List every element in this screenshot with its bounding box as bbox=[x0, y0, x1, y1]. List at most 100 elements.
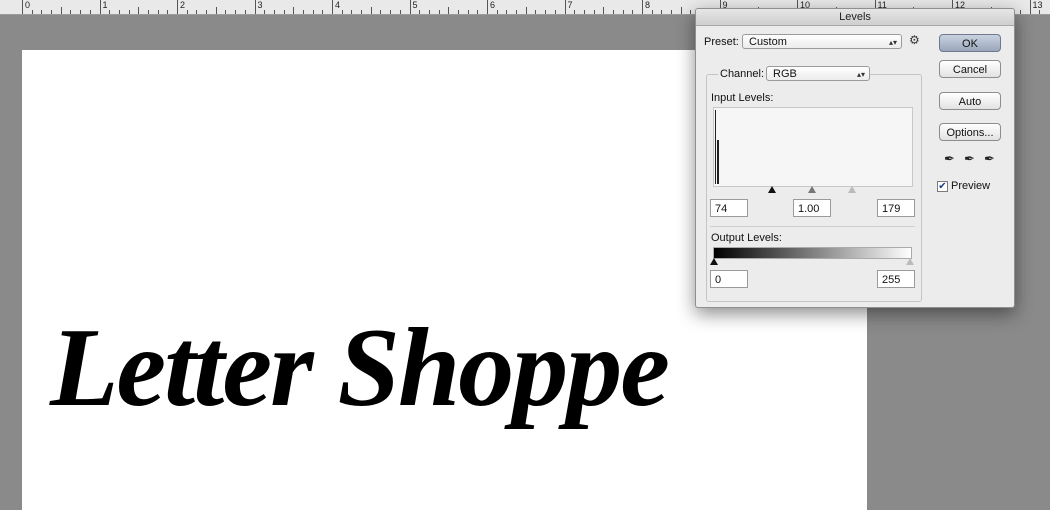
input-shadow-field[interactable]: 74 bbox=[710, 199, 748, 217]
ruler-minor-tick bbox=[680, 7, 682, 14]
ruler-minor-tick bbox=[574, 10, 576, 14]
ruler-minor-tick bbox=[612, 10, 614, 14]
ruler-major-tick bbox=[487, 0, 488, 14]
options-button[interactable]: Options... bbox=[939, 123, 1001, 141]
cancel-button[interactable]: Cancel bbox=[939, 60, 1001, 78]
ruler-minor-tick bbox=[399, 10, 401, 14]
input-highlight-slider[interactable] bbox=[848, 186, 856, 193]
preset-select[interactable]: Custom ▴▾ bbox=[742, 34, 902, 49]
channel-label: Channel: bbox=[718, 68, 767, 80]
ruler-minor-tick bbox=[428, 10, 430, 14]
dialog-title[interactable]: Levels bbox=[696, 9, 1014, 26]
ruler-number: 2 bbox=[180, 0, 186, 10]
output-levels-label: Output Levels: bbox=[711, 232, 782, 244]
ruler-minor-tick bbox=[51, 10, 53, 14]
white-eyedropper-icon[interactable]: ✒ bbox=[984, 151, 995, 167]
ruler-minor-tick bbox=[419, 10, 421, 14]
preset-label: Preset: bbox=[704, 36, 739, 48]
gray-eyedropper-icon[interactable]: ✒ bbox=[964, 151, 975, 167]
ruler-minor-tick bbox=[651, 10, 653, 14]
ruler-minor-tick bbox=[477, 10, 479, 14]
ruler-minor-tick bbox=[535, 10, 537, 14]
divider bbox=[710, 226, 915, 227]
ruler-minor-tick bbox=[322, 10, 324, 14]
ruler-minor-tick bbox=[109, 10, 111, 14]
ruler-number: 8 bbox=[645, 0, 651, 10]
ruler-major-tick bbox=[642, 0, 643, 14]
ruler-minor-tick bbox=[31, 10, 33, 14]
output-highlight-field[interactable]: 255 bbox=[877, 270, 915, 288]
ruler-major-tick bbox=[99, 0, 101, 14]
gear-icon[interactable]: ⚙ bbox=[909, 33, 920, 47]
ruler-minor-tick bbox=[448, 7, 450, 14]
artwork-lettering: Letter Shoppe bbox=[49, 306, 668, 430]
ruler-minor-tick bbox=[525, 7, 527, 14]
ruler-minor-tick bbox=[186, 10, 188, 14]
ruler-minor-tick bbox=[138, 7, 140, 14]
ruler-minor-tick bbox=[147, 10, 149, 14]
output-gradient bbox=[713, 247, 912, 259]
ruler-minor-tick bbox=[312, 10, 314, 14]
ruler-minor-tick bbox=[457, 10, 459, 14]
ruler-number: 6 bbox=[490, 0, 496, 10]
output-shadow-field[interactable]: 0 bbox=[710, 270, 748, 288]
preset-value: Custom bbox=[749, 36, 787, 48]
ruler-minor-tick bbox=[622, 10, 624, 14]
preview-label[interactable]: Preview bbox=[951, 180, 990, 192]
input-midtone-field[interactable]: 1.00 bbox=[793, 199, 831, 217]
histogram-spike bbox=[717, 140, 719, 184]
black-eyedropper-icon[interactable]: ✒ bbox=[944, 151, 955, 167]
ruler-major-tick bbox=[1029, 0, 1031, 14]
ruler-minor-tick bbox=[89, 10, 91, 14]
ruler-minor-tick bbox=[380, 10, 382, 14]
ruler-major-tick bbox=[177, 0, 178, 14]
ruler-minor-tick bbox=[167, 10, 169, 14]
levels-dialog: Levels Preset: Custom ▴▾ ⚙ OK Cancel Aut… bbox=[695, 8, 1015, 308]
ruler-minor-tick bbox=[506, 10, 508, 14]
output-highlight-slider[interactable] bbox=[906, 258, 914, 265]
input-midtone-slider[interactable] bbox=[808, 186, 816, 193]
ruler-minor-tick bbox=[196, 10, 198, 14]
ruler-minor-tick bbox=[70, 10, 72, 14]
ruler-minor-tick bbox=[244, 10, 246, 14]
ruler-minor-tick bbox=[603, 7, 605, 14]
preview-checkbox[interactable]: ✔ bbox=[937, 181, 948, 192]
histogram bbox=[713, 107, 913, 187]
ruler-minor-tick bbox=[583, 10, 585, 14]
ruler-minor-tick bbox=[341, 10, 343, 14]
input-shadow-slider[interactable] bbox=[768, 186, 776, 193]
ok-button[interactable]: OK bbox=[939, 34, 1001, 52]
ruler-minor-tick bbox=[1039, 10, 1041, 14]
ruler-minor-tick bbox=[225, 10, 227, 14]
ruler-minor-tick bbox=[283, 10, 285, 14]
output-shadow-slider[interactable] bbox=[710, 258, 718, 265]
ruler-minor-tick bbox=[390, 10, 392, 14]
ruler-minor-tick bbox=[157, 10, 159, 14]
ruler-minor-tick bbox=[235, 10, 237, 14]
ruler-major-tick bbox=[22, 0, 23, 14]
input-highlight-field[interactable]: 179 bbox=[877, 199, 915, 217]
ruler-minor-tick bbox=[661, 10, 663, 14]
ruler-minor-tick bbox=[60, 7, 62, 14]
ruler-major-tick bbox=[332, 0, 333, 14]
ruler-number: 7 bbox=[567, 0, 573, 10]
channel-select[interactable]: RGB ▴▾ bbox=[766, 66, 870, 81]
ruler-minor-tick bbox=[215, 7, 217, 14]
ruler-minor-tick bbox=[545, 10, 547, 14]
ruler-major-tick bbox=[254, 0, 256, 14]
ruler-minor-tick bbox=[1019, 10, 1021, 14]
select-arrows-icon: ▴▾ bbox=[888, 38, 897, 47]
ruler-minor-tick bbox=[361, 10, 363, 14]
ruler-minor-tick bbox=[273, 10, 275, 14]
ruler-minor-tick bbox=[690, 10, 692, 14]
ruler-minor-tick bbox=[370, 7, 372, 14]
auto-button[interactable]: Auto bbox=[939, 92, 1001, 110]
ruler-number: 1 bbox=[102, 0, 108, 10]
ruler-minor-tick bbox=[351, 10, 353, 14]
ruler-minor-tick bbox=[554, 10, 556, 14]
ruler-minor-tick bbox=[496, 10, 498, 14]
histogram-spike bbox=[715, 110, 716, 184]
ruler-minor-tick bbox=[467, 10, 469, 14]
ruler-number: 0 bbox=[25, 0, 31, 10]
ruler-number: 4 bbox=[335, 0, 341, 10]
